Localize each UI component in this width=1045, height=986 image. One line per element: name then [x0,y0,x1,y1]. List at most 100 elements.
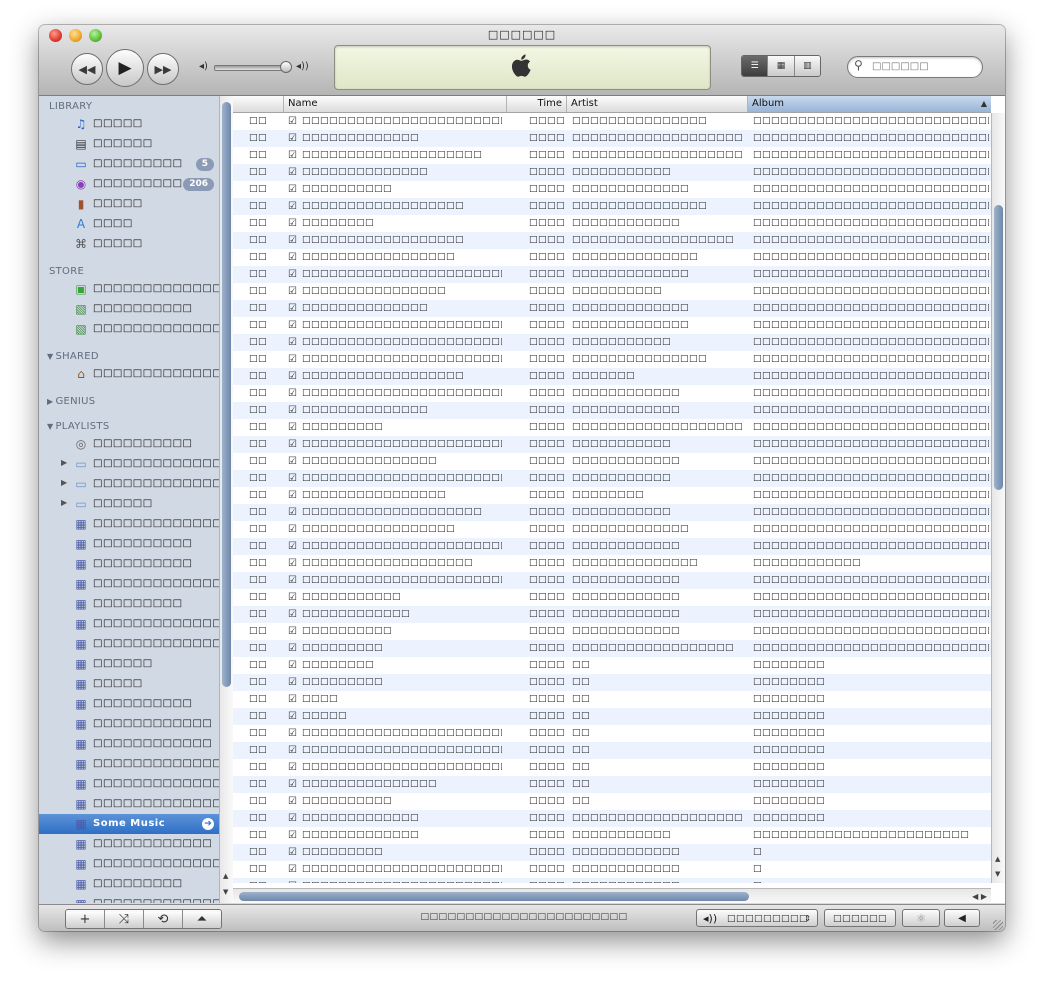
sidebar-item-playlists-13[interactable]: ▦ □□□□□□□□□□ [39,694,219,714]
sidebar-section-genius[interactable]: ▶ GENIUS [47,396,95,407]
table-row[interactable]: □□□□□□□□□□□□□□□□□□□□□□□□□□□□□□□□□□□□□□□□… [233,232,991,249]
disclosure-open-icon[interactable]: ▼ [47,422,53,431]
table-row[interactable]: □□□□□□□□□□□□□□□□□□□□□□□□□□□□□□□□□□□□□□□□… [233,317,991,334]
track-list-vertical-scroll-thumb[interactable] [994,205,1003,490]
column-header-artist[interactable]: Artist [566,96,747,112]
track-checkbox[interactable]: ☑ [288,436,297,453]
track-checkbox[interactable]: ☑ [288,657,297,674]
table-row[interactable]: □□□□□□□□□□□□□□□□□□□□□□□□□□□□□□□□□□□□□□□□… [233,521,991,538]
table-row[interactable]: □□□□□□□□□□□□□□□□□□□□□□□□□□□□□□□□□□□□□□□□… [233,436,991,453]
sidebar-item-playlists-0[interactable]: ◎ □□□□□□□□□□ [39,434,219,454]
table-row[interactable]: □□□□□□□□□□□□□□□□□□□□□□□□□□□□□□□□□□□□□□□□… [233,878,991,883]
sidebar-section-shared[interactable]: ▼ SHARED [47,351,99,362]
track-checkbox[interactable]: ☑ [288,113,297,130]
scroll-up-arrow-icon[interactable]: ▲ [995,855,1000,863]
track-checkbox[interactable]: ☑ [288,674,297,691]
sidebar-section-playlists[interactable]: ▼ PLAYLISTS [47,421,109,432]
table-row[interactable]: □□□□□□□□□□□□□□□□□□□□□□□□□□□□□□□□□□□□□□□□… [233,249,991,266]
track-checkbox[interactable]: ☑ [288,351,297,368]
track-checkbox[interactable]: ☑ [288,334,297,351]
table-row[interactable]: □□□□□□□□□□□□□□□□□□□□□□□□□□□□□□□□□□□□□□□□… [233,402,991,419]
track-checkbox[interactable]: ☑ [288,742,297,759]
resize-grip-icon[interactable] [993,920,1003,930]
visualizer-button[interactable]: ⚛ [902,909,940,927]
source-list-scrollbar[interactable]: ▲ ▼ [219,96,234,903]
sidebar-item-playlists-5[interactable]: ▦ □□□□□□□□□□ [39,534,219,554]
artwork-toggle-button[interactable]: ⏶ [183,910,221,928]
track-checkbox[interactable]: ☑ [288,606,297,623]
sidebar-item-store-2[interactable]: ▧ □□□□□□□□□□□□□□□□ [39,319,219,339]
table-row[interactable]: □□□□□□□□□□□□□□□□□□□□□□□□□□□□□□□□□□□□□□□□… [233,147,991,164]
track-checkbox[interactable]: ☑ [288,402,297,419]
track-checkbox[interactable]: ☑ [288,300,297,317]
sidebar-item-playlists-10[interactable]: ▦ □□□□□□□□□□□□□□□ [39,634,219,654]
track-checkbox[interactable]: ☑ [288,385,297,402]
track-checkbox[interactable]: ☑ [288,147,297,164]
column-header-time[interactable]: Time [506,96,566,112]
track-checkbox[interactable]: ☑ [288,810,297,827]
track-checkbox[interactable]: ☑ [288,504,297,521]
sidebar-item-playlists-22[interactable]: ▦ □□□□□□□□□ [39,874,219,894]
track-checkbox[interactable]: ☑ [288,555,297,572]
disclosure-closed-icon[interactable]: ▶ [47,397,53,406]
sidebar-item-library-6[interactable]: ⌘ □□□□□ [39,234,219,254]
table-row[interactable]: □□□□□□□□□□□□□□□□□□□□□□□□□□□□□□□□□□□□□□□□… [233,181,991,198]
table-row[interactable]: □□□□□□□□□□□□□□□□□□□□□□□□□□□□□□□□□□□□□□□□… [233,827,991,844]
track-checkbox[interactable]: ☑ [288,487,297,504]
play-button[interactable]: ▶ [106,49,144,87]
table-row[interactable]: □□ □□□□□□□□ □□□□ □□ □□□□□□□□ ☑ [233,657,991,674]
sidebar-item-library-4[interactable]: ▮ □□□□□ [39,194,219,214]
table-row[interactable]: □□□□□□□□□□□□□□□□□□□□□□□□□□□□□□□□□□□□□□□□… [233,589,991,606]
track-checkbox[interactable]: ☑ [288,708,297,725]
track-checkbox[interactable]: ☑ [288,572,297,589]
table-row[interactable]: □□□□□□□□□□□□□□□□□□□□□□□□□□□□□□□□□□□□□□□□… [233,130,991,147]
track-checkbox[interactable]: ☑ [288,521,297,538]
search-input[interactable] [872,59,972,73]
sidebar-item-store-1[interactable]: ▧ □□□□□□□□□□ [39,299,219,319]
eject-button[interactable]: ◀ [944,909,980,927]
scroll-down-arrow-icon[interactable]: ▼ [995,870,1000,878]
sidebar-item-playlists-23[interactable]: ▦ □□□□□□□□□□□□□ [39,894,219,903]
track-checkbox[interactable]: ☑ [288,878,297,883]
track-checkbox[interactable]: ☑ [288,827,297,844]
sidebar-item-library-3[interactable]: ◉ □□□□□□□□□ 206 [39,174,219,194]
table-row[interactable]: □□□□□□□□□□□□□□□□□□□□□□□□□□□□□□□□□□□□□□□□… [233,419,991,436]
sidebar-item-playlists-9[interactable]: ▦ □□□□□□□□□□□□□□□ [39,614,219,634]
track-checkbox[interactable]: ☑ [288,844,297,861]
burn-disc-button[interactable]: □□□□□□ [824,909,896,927]
table-row[interactable]: □□□□□□□□□□□□□□□□□□□□□□□□□□□□□□□□□□□□□□□□… [233,283,991,300]
track-checkbox[interactable]: ☑ [288,266,297,283]
arrow-right-circle-icon[interactable]: ➔ [202,818,214,830]
table-row[interactable]: □□□□□□□□□□□□□□□□□□□□□□□□□□□□□□□□□□□□□□□□… [233,215,991,232]
track-list-horizontal-scrollbar[interactable]: ◀ ▶ [233,888,991,903]
track-checkbox[interactable]: ☑ [288,640,297,657]
track-checkbox[interactable]: ☑ [288,164,297,181]
track-list-vertical-scrollbar[interactable]: ▲ ▼ [991,113,1005,883]
table-row[interactable]: □□□□□□□□□□□□□□□□□□□□□□□□□□□□□□□□□□□□□□□□… [233,538,991,555]
list-view-button[interactable]: ☰ [742,56,769,76]
table-row[interactable]: □□□□□□□□□□□□□□□□□□□□□□□□□□□□□□□□□□□□□□□□… [233,470,991,487]
sidebar-item-playlists-6[interactable]: ▦ □□□□□□□□□□ [39,554,219,574]
sidebar-item-playlists-16[interactable]: ▦ □□□□□□□□□□□□□ [39,754,219,774]
sidebar-item-playlists-2[interactable]: ▶ ▭ □□□□□□□□□□□□□□□ [39,474,219,494]
shuffle-button[interactable]: ⤨ [105,910,144,928]
scroll-up-arrow-icon[interactable]: ▲ [223,872,228,880]
track-checkbox[interactable]: ☑ [288,317,297,334]
sidebar-item-library-5[interactable]: A □□□□ [39,214,219,234]
sidebar-item-playlists-12[interactable]: ▦ □□□□□ [39,674,219,694]
table-row[interactable]: □□□□□□□□□□□□□□□□□□□□□□□□□□□□□□□□□□□□□□□□… [233,334,991,351]
disclosure-closed-icon[interactable]: ▶ [61,478,67,487]
sidebar-item-playlists-11[interactable]: ▦ □□□□□□ [39,654,219,674]
table-row[interactable]: □□□□□□□□□□□□□□□□□□□□□□□□□□□□□□□□□□□□□□□□… [233,555,991,572]
track-checkbox[interactable]: ☑ [288,538,297,555]
sidebar-item-playlists-18[interactable]: ▦ □□□□□□□□□□□□□□□ [39,794,219,814]
track-checkbox[interactable]: ☑ [288,725,297,742]
speakers-selector[interactable]: ◂)) □□□□□□□□□ ⇕ [696,909,818,927]
disclosure-closed-icon[interactable]: ▶ [61,458,67,467]
sidebar-item-playlists-7[interactable]: ▦ □□□□□□□□□□□□□□ [39,574,219,594]
table-row[interactable]: □□□□□□□□□□□□□□□□□□□□□□□□□□□□□□□□□□□□□□□□… [233,453,991,470]
sidebar-item-playlists-4[interactable]: ▦ □□□□□□□□□□□□□□□ [39,514,219,534]
track-checkbox[interactable]: ☑ [288,232,297,249]
track-checkbox[interactable]: ☑ [288,368,297,385]
sidebar-item-library-2[interactable]: ▭ □□□□□□□□□ 5 [39,154,219,174]
